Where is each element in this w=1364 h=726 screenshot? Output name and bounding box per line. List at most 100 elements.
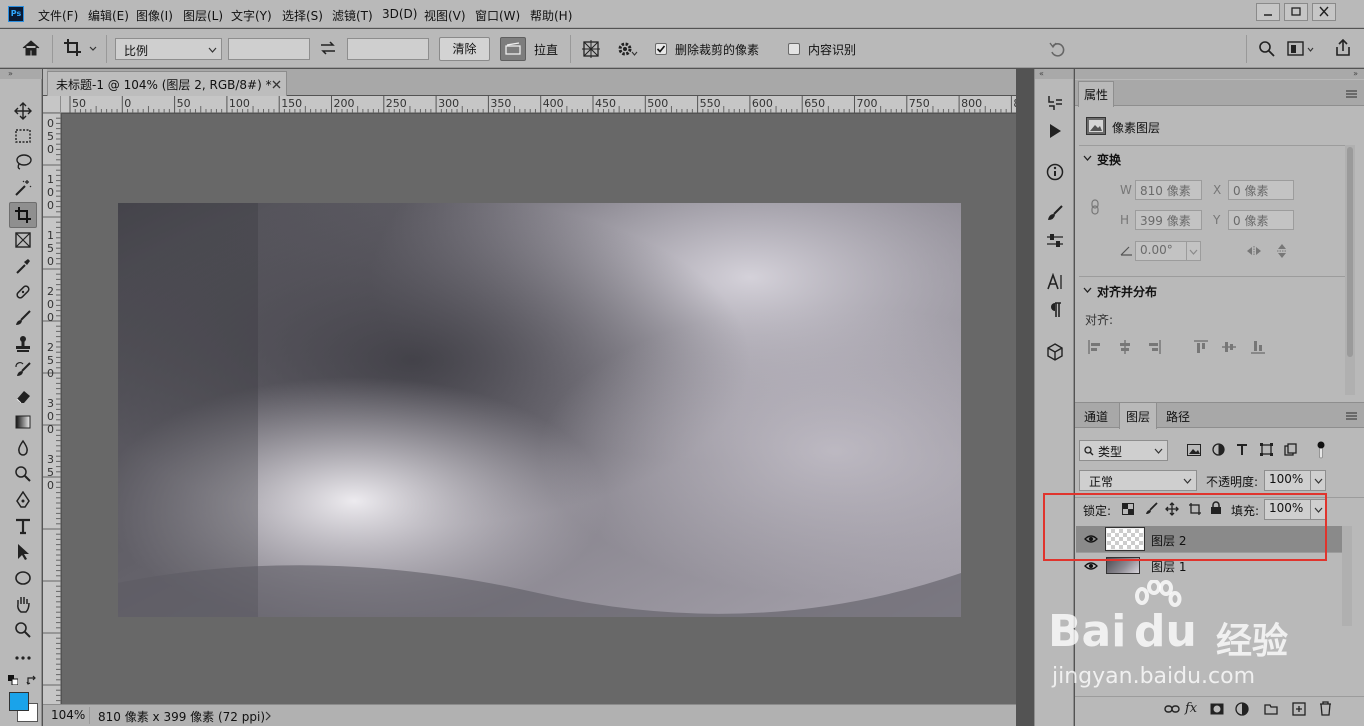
character-panel-button[interactable] — [1045, 272, 1065, 292]
filter-shape-icon[interactable] — [1260, 443, 1273, 456]
align-left-edges-button[interactable] — [1087, 339, 1103, 355]
chevron-down-icon[interactable] — [1083, 287, 1092, 294]
filter-smart-object-icon[interactable] — [1284, 443, 1297, 456]
shape-tool[interactable] — [11, 567, 35, 589]
panel-menu-icon[interactable] — [1346, 90, 1357, 98]
link-layers-icon[interactable] — [1164, 703, 1180, 715]
collapse-strip-button[interactable]: « — [1035, 69, 1073, 79]
move-tool[interactable] — [11, 100, 35, 122]
brush-tool[interactable] — [11, 307, 35, 329]
new-adjustment-icon[interactable] — [1235, 702, 1249, 716]
actions-panel-button[interactable] — [1045, 121, 1065, 141]
crop-ratio-select[interactable]: 比例 — [115, 38, 222, 60]
content-aware-checkbox[interactable] — [788, 43, 800, 55]
blend-mode-select[interactable]: 正常 — [1079, 470, 1197, 491]
brush-settings-button[interactable] — [1045, 203, 1065, 223]
menu-edit[interactable]: 编辑(E) — [88, 7, 129, 24]
frame-tool[interactable] — [11, 229, 35, 251]
flip-horizontal-icon[interactable] — [1246, 245, 1262, 257]
foreground-color-swatch[interactable] — [9, 692, 29, 711]
layer-style-icon[interactable]: fx — [1185, 701, 1197, 716]
width-input[interactable]: 810 像素 — [1135, 180, 1202, 200]
share-button[interactable] — [1334, 39, 1352, 57]
height-input[interactable]: 399 像素 — [1135, 210, 1202, 230]
menu-filter[interactable]: 滤镜(T) — [332, 7, 373, 24]
swap-ratio-button[interactable] — [320, 41, 336, 55]
marquee-tool[interactable] — [11, 125, 35, 147]
menu-type[interactable]: 文字(Y) — [231, 7, 272, 24]
y-input[interactable]: 0 像素 — [1228, 210, 1294, 230]
properties-scrollbar[interactable] — [1345, 145, 1355, 395]
menu-file[interactable]: 文件(F) — [38, 7, 78, 24]
gradient-tool[interactable] — [11, 411, 35, 433]
menu-window[interactable]: 窗口(W) — [475, 7, 520, 24]
magic-wand-tool[interactable] — [11, 177, 35, 199]
ratio-height-input[interactable] — [347, 38, 429, 60]
default-colors-button[interactable] — [8, 675, 18, 685]
lasso-tool[interactable] — [11, 151, 35, 173]
reset-button[interactable] — [1048, 40, 1066, 58]
3d-panel-button[interactable] — [1045, 342, 1065, 362]
eyedropper-tool[interactable] — [11, 255, 35, 277]
ruler-origin[interactable] — [43, 96, 61, 113]
filter-pixel-icon[interactable] — [1187, 444, 1201, 456]
crop-tool[interactable] — [9, 202, 37, 228]
hand-tool[interactable] — [11, 593, 35, 615]
new-layer-icon[interactable] — [1292, 702, 1306, 716]
crop-settings-button[interactable] — [616, 39, 638, 59]
eraser-tool[interactable] — [11, 385, 35, 407]
close-window-button[interactable] — [1312, 3, 1336, 21]
straighten-button[interactable] — [500, 37, 526, 61]
close-tab-icon[interactable] — [272, 80, 281, 89]
align-horizontal-centers-button[interactable] — [1117, 339, 1133, 355]
healing-brush-tool[interactable] — [11, 281, 35, 303]
path-selection-tool[interactable] — [11, 541, 35, 563]
adjustments-panel-button[interactable] — [1045, 231, 1065, 251]
zoom-tool[interactable] — [11, 619, 35, 641]
workspace-button[interactable] — [1287, 40, 1315, 58]
x-input[interactable]: 0 像素 — [1228, 180, 1294, 200]
trash-icon[interactable] — [1319, 701, 1332, 716]
panel-menu-icon[interactable] — [1346, 412, 1357, 420]
minimize-button[interactable] — [1256, 3, 1280, 21]
crop-tool-preset[interactable] — [63, 38, 99, 58]
menu-layer[interactable]: 图层(L) — [183, 7, 223, 24]
filter-toggle-switch[interactable] — [1317, 441, 1325, 459]
align-right-edges-button[interactable] — [1146, 339, 1162, 355]
eye-icon[interactable] — [1084, 561, 1098, 571]
search-button[interactable] — [1258, 40, 1276, 58]
edit-toolbar-button[interactable] — [11, 647, 35, 669]
overlay-options-button[interactable] — [581, 39, 601, 59]
filter-adjustment-icon[interactable] — [1212, 443, 1225, 456]
collapse-panels-button[interactable]: » — [1075, 69, 1364, 79]
delete-cropped-checkbox[interactable] — [655, 43, 667, 55]
ratio-width-input[interactable] — [228, 38, 310, 60]
info-panel-button[interactable] — [1045, 162, 1065, 182]
history-panel-button[interactable] — [1045, 93, 1065, 113]
opacity-input[interactable]: 100% — [1264, 470, 1326, 491]
menu-select[interactable]: 选择(S) — [282, 7, 323, 24]
align-vertical-centers-button[interactable] — [1221, 339, 1237, 355]
blur-tool[interactable] — [11, 437, 35, 459]
menu-image[interactable]: 图像(I) — [136, 7, 173, 24]
swap-colors-button[interactable] — [26, 675, 38, 687]
clone-stamp-tool[interactable] — [11, 333, 35, 355]
paragraph-panel-button[interactable] — [1045, 300, 1065, 320]
maximize-button[interactable] — [1284, 3, 1308, 21]
pen-tool[interactable] — [11, 489, 35, 511]
document-tab[interactable]: 未标题-1 @ 104% (图层 2, RGB/8#) * — [47, 71, 287, 96]
filter-type-icon[interactable] — [1236, 443, 1248, 456]
type-tool[interactable] — [11, 515, 35, 537]
clear-button[interactable]: 清除 — [439, 37, 490, 61]
link-icon[interactable] — [1090, 199, 1100, 215]
align-bottom-edges-button[interactable] — [1250, 339, 1266, 355]
align-top-edges-button[interactable] — [1193, 339, 1209, 355]
menu-3d[interactable]: 3D(D) — [382, 7, 417, 21]
tab-paths[interactable]: 路径 — [1166, 408, 1190, 425]
zoom-level[interactable]: 104% — [51, 708, 85, 722]
chevron-down-icon[interactable] — [1083, 155, 1092, 162]
dodge-tool[interactable] — [11, 463, 35, 485]
chevron-right-icon[interactable] — [265, 711, 272, 721]
layers-scrollbar[interactable] — [1342, 526, 1352, 626]
layer-filter-select[interactable]: 类型 — [1079, 440, 1168, 461]
